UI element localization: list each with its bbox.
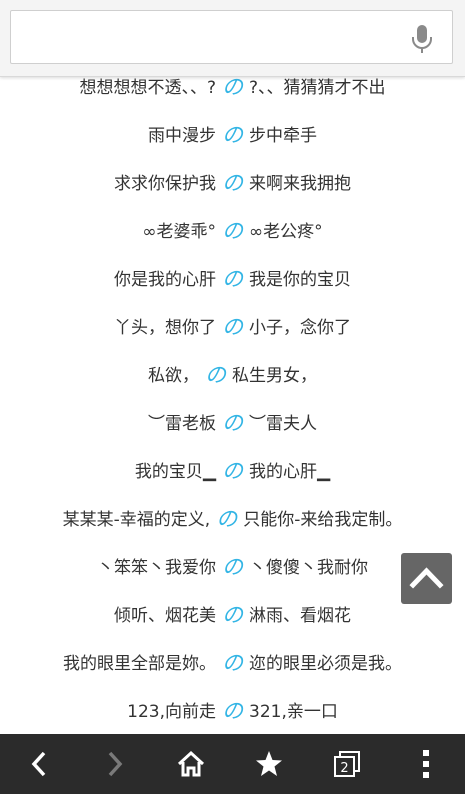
- chevron-up-icon: [409, 567, 444, 589]
- left-text: 私欲，: [148, 366, 199, 386]
- separator-char: の: [216, 507, 238, 531]
- home-button[interactable]: [158, 734, 224, 794]
- list-item: 我的眼里全部是妳。の迩的眼里必须是我。: [0, 647, 465, 677]
- list-item: 丶笨笨丶我爱你の丶傻傻丶我耐你: [0, 551, 465, 581]
- separator-char: の: [222, 171, 243, 195]
- left-text: ∞老婆乖°: [142, 222, 216, 242]
- right-text: 步中牵手: [249, 126, 317, 146]
- left-text: 倾听、烟花美: [114, 606, 216, 626]
- left-text: 你是我的心肝: [114, 270, 216, 290]
- tab-count: 2: [340, 761, 348, 776]
- list-item: 你是我的心肝の我是你的宝贝: [0, 263, 465, 293]
- list-item: 我的宝贝▁ の我的心肝▁: [0, 455, 465, 485]
- right-text: ︶雷夫人: [249, 414, 317, 434]
- left-text: 丫头，想你了: [114, 318, 216, 338]
- left-text: 某某某-幸福的定义,: [62, 510, 211, 530]
- separator-char: の: [222, 267, 243, 291]
- right-text: 私生男女，: [232, 366, 317, 386]
- tabs-button[interactable]: 2: [314, 734, 380, 794]
- separator-char: の: [222, 123, 243, 147]
- separator-char: の: [222, 75, 243, 99]
- right-text: ?、、猜猜猜才不出: [249, 78, 386, 98]
- chevron-left-icon: [31, 751, 46, 777]
- separator-char: の: [222, 699, 243, 723]
- bookmark-button[interactable]: [236, 734, 302, 794]
- microphone-icon[interactable]: [410, 23, 434, 55]
- tabs-icon: 2: [334, 751, 360, 777]
- bottom-navigation-bar: 2: [0, 734, 465, 794]
- left-text: 雨中漫步: [148, 126, 216, 146]
- separator-char: の: [222, 603, 243, 627]
- list-item: 丫头，想你了の小子，念你了: [0, 311, 465, 341]
- right-text: 来啊来我拥抱: [249, 174, 351, 194]
- list-item: 123,向前走の 321,亲一口: [0, 695, 465, 725]
- search-box[interactable]: [10, 10, 453, 64]
- separator-char: の: [222, 651, 243, 675]
- right-text: 我的心肝▁: [249, 462, 331, 482]
- separator-char: の: [222, 315, 243, 339]
- left-text: 求求你保护我: [114, 174, 216, 194]
- scroll-to-top-button[interactable]: [401, 553, 452, 604]
- chevron-right-icon: [108, 751, 123, 777]
- forward-button[interactable]: [82, 734, 148, 794]
- list-item: ︶雷老板の ︶雷夫人: [0, 407, 465, 437]
- more-vertical-icon: [423, 750, 429, 778]
- right-text: 我是你的宝贝: [249, 270, 351, 290]
- list-item: 私欲， の私生男女，: [0, 359, 465, 389]
- list-item: 雨中漫步の步中牵手: [0, 119, 465, 149]
- star-icon: [256, 751, 282, 776]
- list-item: 倾听、烟花美の淋雨、看烟花: [0, 599, 465, 629]
- left-text: 我的眼里全部是妳。: [63, 654, 216, 674]
- right-text: 丶傻傻丶我耐你: [249, 558, 368, 578]
- left-text: ︶雷老板: [148, 414, 216, 434]
- left-text: 丶笨笨丶我爱你: [97, 558, 216, 578]
- separator-char: の: [222, 411, 243, 435]
- content-list: 想想想想不透、、? の ?、、猜猜猜才不出 雨中漫步の步中牵手 求求你保护我の来啊来…: [0, 62, 465, 734]
- list-item: 求求你保护我の来啊来我拥抱: [0, 167, 465, 197]
- right-text: 淋雨、看烟花: [249, 606, 351, 626]
- right-text: 只能你-来给我定制。: [243, 510, 403, 530]
- list-item: 某某某-幸福的定义, の只能你-来给我定制。: [0, 503, 465, 533]
- left-text: 想想想想不透、、?: [79, 78, 216, 98]
- back-button[interactable]: [6, 734, 72, 794]
- right-text: ∞老公疼°: [249, 222, 323, 242]
- separator-char: の: [222, 219, 243, 243]
- list-item: ∞老婆乖° の ∞老公疼°: [0, 215, 465, 245]
- top-toolbar: [0, 0, 465, 77]
- right-text: 迩的眼里必须是我。: [249, 654, 402, 674]
- left-text: 我的宝贝▁: [134, 462, 216, 482]
- separator-char: の: [205, 363, 226, 387]
- home-icon: [177, 750, 205, 777]
- menu-button[interactable]: [393, 734, 459, 794]
- search-input[interactable]: [21, 19, 405, 57]
- right-text: 小子，念你了: [249, 318, 351, 338]
- separator-char: の: [222, 555, 243, 579]
- right-text: 321,亲一口: [249, 702, 338, 722]
- left-text: 123,向前走: [127, 702, 216, 722]
- separator-char: の: [222, 459, 243, 483]
